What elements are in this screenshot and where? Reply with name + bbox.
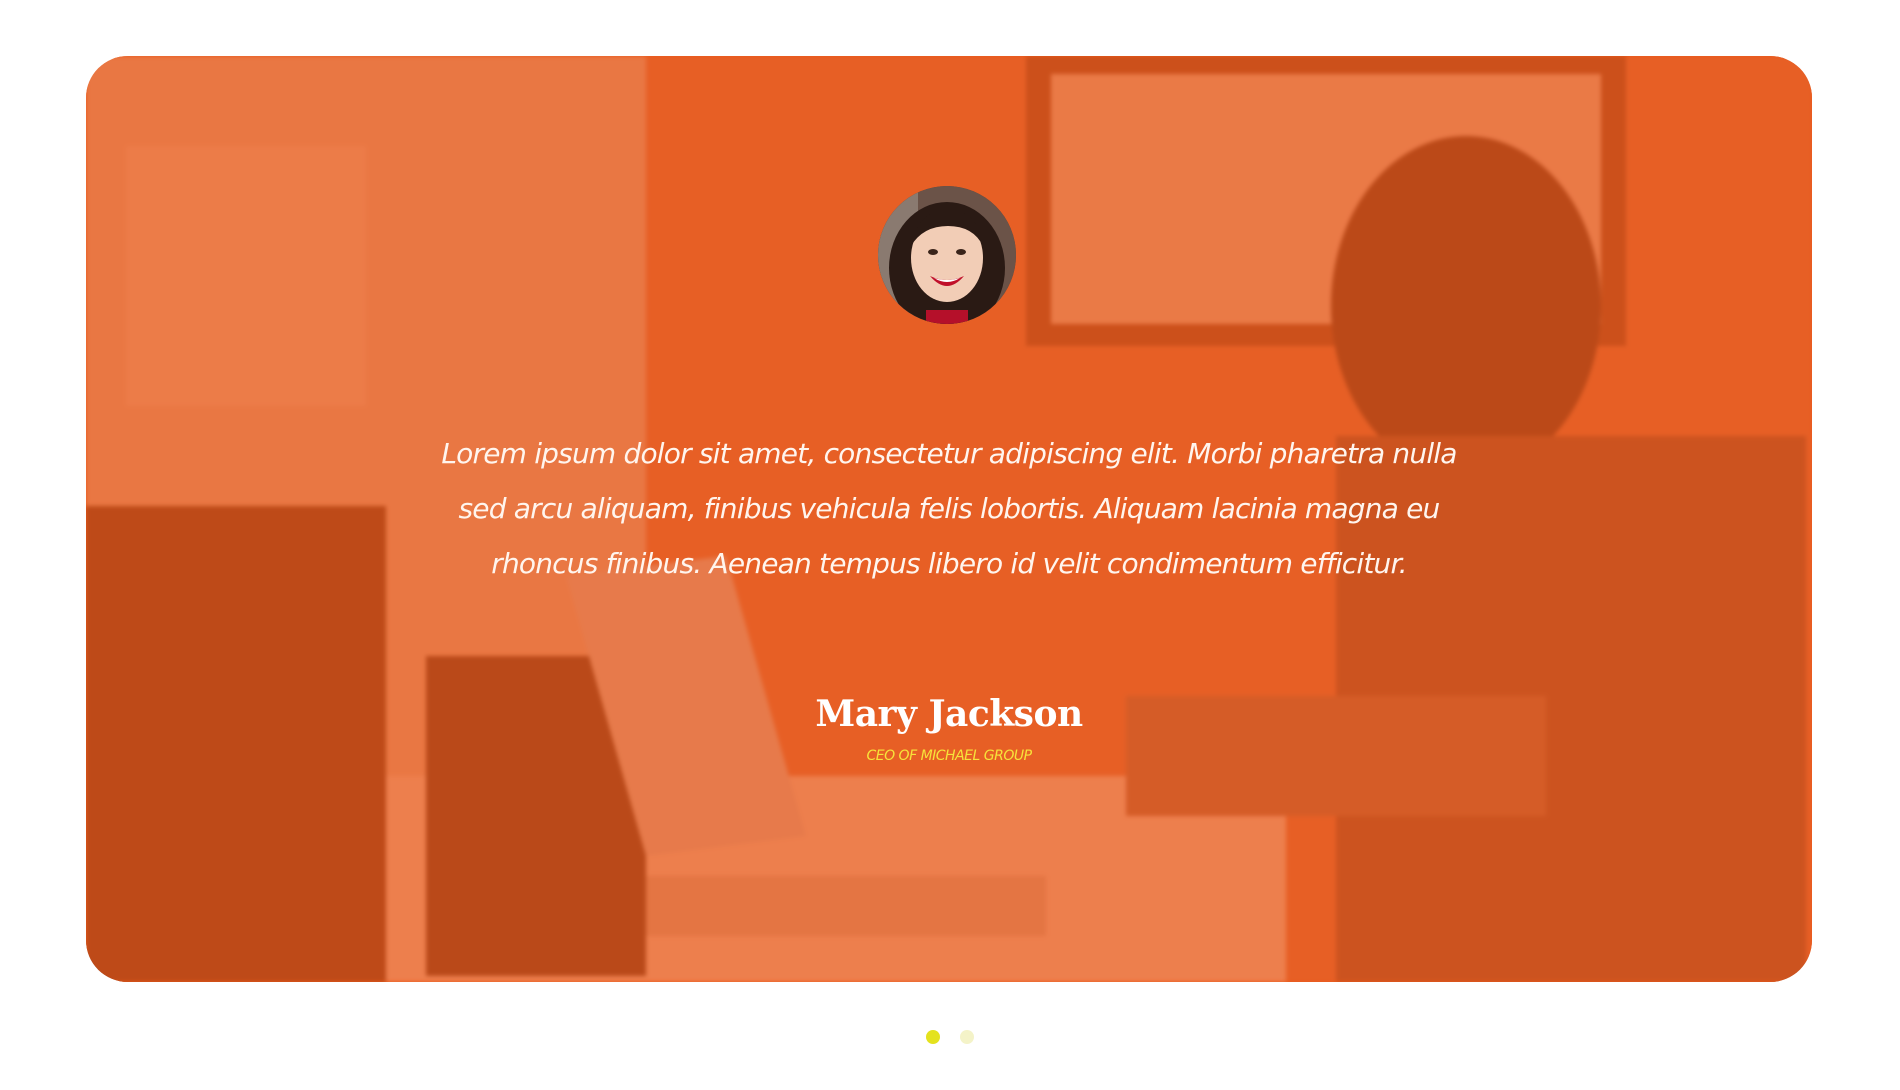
carousel-pagination [0,1030,1900,1044]
testimonial-author-role: CEO OF MICHAEL GROUP [866,748,1032,764]
testimonial-card: Lorem ipsum dolor sit amet, consectetur … [86,56,1812,982]
testimonial-quote: Lorem ipsum dolor sit amet, consectetur … [441,437,1457,580]
pagination-dot-2[interactable] [960,1030,974,1044]
avatar [878,186,1016,324]
testimonial-author-name: Mary Jackson [815,693,1083,735]
pagination-dot-1[interactable] [926,1030,940,1044]
testimonial-content: Lorem ipsum dolor sit amet, consectetur … [86,56,1812,982]
person-avatar-icon [878,186,1016,324]
